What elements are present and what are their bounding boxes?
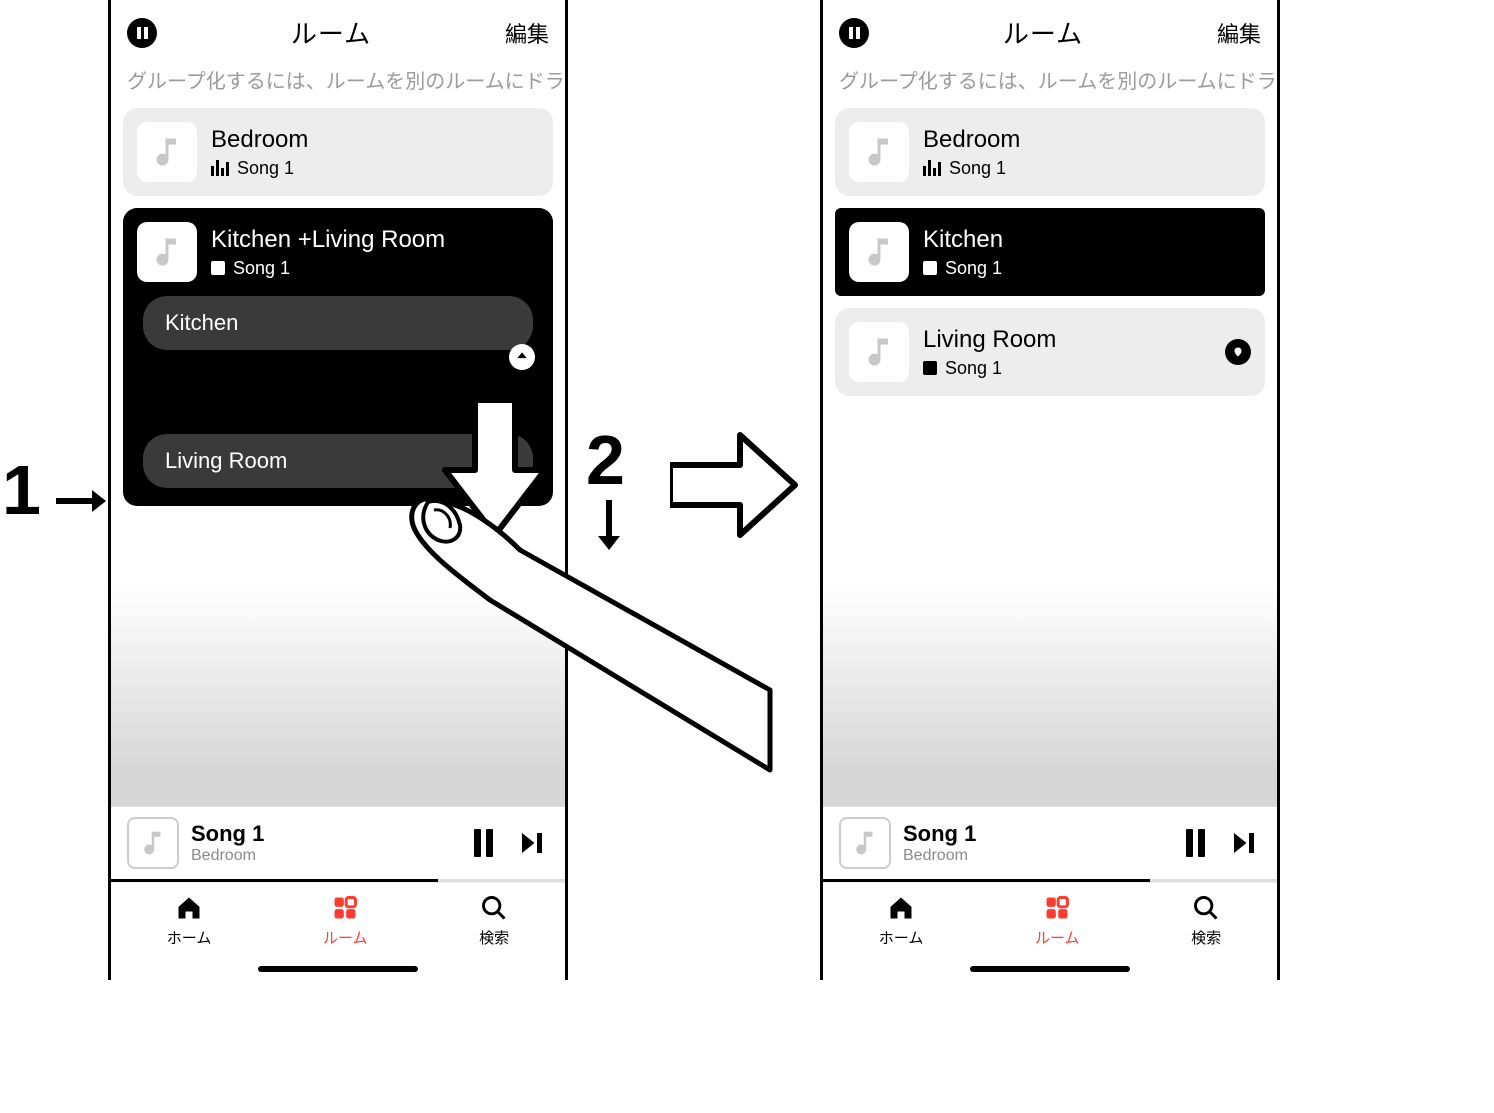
- next-button[interactable]: [1227, 828, 1261, 858]
- album-art-icon: [137, 222, 197, 282]
- transition-arrow-right-icon: [670, 430, 800, 540]
- pause-button[interactable]: [1186, 829, 1205, 857]
- now-playing-bar[interactable]: Song 1 Bedroom: [111, 806, 565, 879]
- home-indicator: [258, 966, 418, 972]
- tab-bar: ホーム ルーム 検索: [111, 882, 565, 956]
- rooms-icon: [331, 893, 359, 923]
- album-art-icon: [839, 817, 891, 869]
- home-icon: [887, 893, 915, 923]
- sub-room-kitchen[interactable]: Kitchen: [143, 296, 533, 350]
- room-card-living[interactable]: Living Room Song 1: [835, 308, 1265, 396]
- room-name: Living Room: [923, 326, 1211, 354]
- album-art-icon: [849, 322, 909, 382]
- tab-label: 検索: [479, 927, 509, 948]
- page-title: ルーム: [1003, 14, 1083, 51]
- tab-rooms[interactable]: ルーム: [323, 893, 368, 948]
- instruction-text: グループ化するには、ルームを別のルームにドラ: [823, 59, 1277, 108]
- tab-home[interactable]: ホーム: [167, 893, 212, 948]
- drag-arrow-down-icon: [440, 400, 550, 540]
- search-icon: [1192, 893, 1220, 923]
- np-subtitle: Bedroom: [903, 847, 1174, 865]
- room-name: Kitchen +Living Room: [211, 226, 539, 254]
- album-art-icon: [849, 122, 909, 182]
- gradient-fade: [823, 586, 1277, 806]
- tab-rooms[interactable]: ルーム: [1035, 893, 1080, 948]
- np-subtitle: Bedroom: [191, 847, 462, 865]
- home-icon: [175, 893, 203, 923]
- tab-label: ホーム: [167, 927, 212, 948]
- song-name: Song 1: [237, 158, 294, 179]
- tab-bar: ホーム ルーム 検索: [823, 882, 1277, 956]
- room-card-kitchen[interactable]: Kitchen Song 1: [835, 208, 1265, 296]
- room-list: Bedroom Song 1 Kitchen: [823, 108, 1277, 806]
- gradient-fade: [111, 586, 565, 806]
- album-art-icon: [137, 122, 197, 182]
- arrow-right-icon: [56, 486, 106, 516]
- pause-icon[interactable]: [127, 18, 157, 48]
- song-name: Song 1: [945, 258, 1002, 279]
- np-title: Song 1: [903, 821, 1174, 847]
- group-badge-icon: [509, 344, 535, 370]
- album-art-icon: [127, 817, 179, 869]
- search-icon: [480, 893, 508, 923]
- room-card-bedroom[interactable]: Bedroom Song 1: [835, 108, 1265, 196]
- stop-icon: [211, 261, 225, 275]
- equalizer-icon: [211, 160, 229, 176]
- page-title: ルーム: [291, 14, 371, 51]
- tab-label: 検索: [1191, 927, 1221, 948]
- tab-search[interactable]: 検索: [1191, 893, 1221, 948]
- room-card-bedroom[interactable]: Bedroom Song 1: [123, 108, 553, 196]
- equalizer-icon: [923, 160, 941, 176]
- edit-button[interactable]: 編集: [1217, 17, 1261, 49]
- arrow-down-icon: [594, 500, 624, 550]
- edit-button[interactable]: 編集: [505, 17, 549, 49]
- now-playing-bar[interactable]: Song 1 Bedroom: [823, 806, 1277, 879]
- song-name: Song 1: [949, 158, 1006, 179]
- instruction-text: グループ化するには、ルームを別のルームにドラ: [111, 59, 565, 108]
- song-name: Song 1: [233, 258, 290, 279]
- room-name: Bedroom: [211, 126, 308, 154]
- np-title: Song 1: [191, 821, 462, 847]
- annotation-step-2: 2: [586, 420, 625, 500]
- rooms-icon: [1043, 893, 1071, 923]
- tab-label: ルーム: [323, 927, 368, 948]
- stop-icon: [923, 361, 937, 375]
- header: ルーム 編集: [111, 0, 565, 59]
- phone-screen-after: ルーム 編集 グループ化するには、ルームを別のルームにドラ Bedroom So…: [820, 0, 1280, 980]
- pin-icon: [1225, 339, 1251, 365]
- annotation-step-1: 1: [2, 450, 41, 530]
- room-name: Kitchen: [923, 226, 1003, 254]
- song-name: Song 1: [945, 358, 1002, 379]
- tab-label: ルーム: [1035, 927, 1080, 948]
- tab-home[interactable]: ホーム: [879, 893, 924, 948]
- pause-icon[interactable]: [839, 18, 869, 48]
- tab-label: ホーム: [879, 927, 924, 948]
- header: ルーム 編集: [823, 0, 1277, 59]
- album-art-icon: [849, 222, 909, 282]
- room-name: Bedroom: [923, 126, 1020, 154]
- pause-button[interactable]: [474, 829, 493, 857]
- home-indicator: [970, 966, 1130, 972]
- next-button[interactable]: [515, 828, 549, 858]
- tab-search[interactable]: 検索: [479, 893, 509, 948]
- stop-icon: [923, 261, 937, 275]
